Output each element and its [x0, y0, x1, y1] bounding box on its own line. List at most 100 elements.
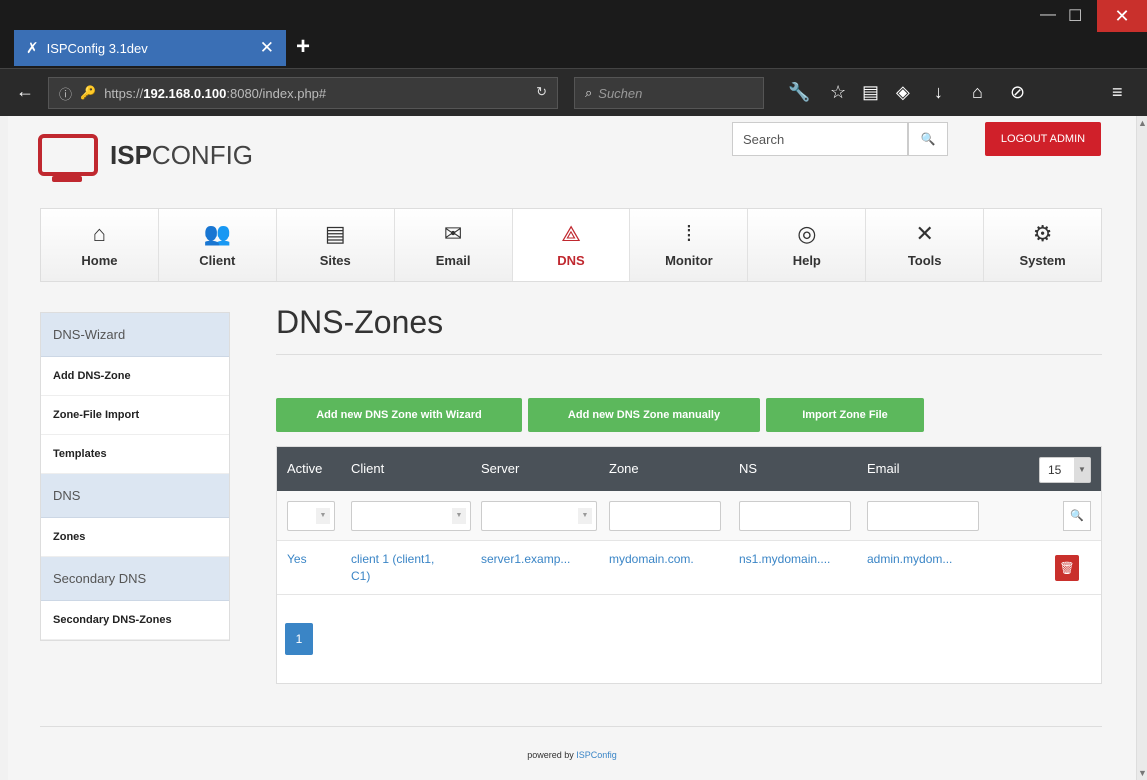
nav-dns[interactable]: ⟁ DNS [512, 209, 631, 281]
nav-home[interactable]: ⌂ Home [41, 209, 159, 281]
column-header-client[interactable]: Client [351, 461, 384, 476]
logout-button[interactable]: LOGOUT ADMIN [985, 122, 1101, 156]
search-icon: 🔍 [1070, 510, 1084, 522]
nav-label: DNS [557, 253, 585, 268]
column-header-email[interactable]: Email [867, 461, 900, 476]
add-zone-manually-button[interactable]: Add new DNS Zone manually [528, 398, 760, 432]
column-header-ns[interactable]: NS [739, 461, 757, 476]
chevron-down-icon: ▼ [316, 508, 330, 524]
tab-title: ISPConfig 3.1dev [46, 40, 148, 56]
pocket-icon[interactable]: ◈ [896, 82, 910, 103]
chevron-down-icon: ▼ [578, 508, 592, 524]
nav-sites[interactable]: ▤ Sites [276, 209, 395, 281]
cell-server[interactable]: server1.examp... [481, 551, 570, 568]
browser-search-field[interactable]: ⌕ Suchen [574, 77, 764, 109]
filter-search-button[interactable]: 🔍 [1063, 501, 1091, 531]
system-icon: ⚙ [1032, 221, 1053, 246]
filter-zone-input[interactable] [609, 501, 721, 531]
nav-label: Help [792, 253, 821, 268]
tab-close-icon[interactable]: ✕ [260, 38, 274, 58]
add-zone-wizard-button[interactable]: Add new DNS Zone with Wizard [276, 398, 522, 432]
nav-label: Monitor [665, 253, 713, 268]
main-nav: ⌂ Home 👥 Client ▤ Sites ✉ Email ⟁ DNS ⁞ … [40, 208, 1102, 282]
table-row[interactable]: Yes client 1 (client1, C1) server1.examp… [277, 541, 1101, 595]
ispconfig-logo[interactable]: ISPCONFIG [38, 134, 254, 182]
wrench-icon[interactable]: 🔧 [788, 82, 810, 103]
reading-list-icon[interactable]: ▤ [862, 82, 879, 103]
table-header: Active Client Server Zone NS Email 15 ▼ [277, 447, 1101, 491]
minimize-icon[interactable]: — [1040, 6, 1056, 24]
cell-active[interactable]: Yes [287, 551, 307, 568]
nav-tools[interactable]: ✕ Tools [866, 209, 985, 281]
pagination-page-1[interactable]: 1 [285, 623, 313, 655]
delete-button[interactable]: 🗑 [1055, 555, 1079, 581]
sidebar-heading-secondary-dns: Secondary DNS [41, 557, 229, 601]
url-field[interactable]: ⓘ 🔑 https://192.168.0.100:8080/index.php… [48, 77, 558, 109]
cell-email[interactable]: admin.mydom... [867, 551, 952, 568]
sidebar-item-add-dns-zone[interactable]: Add DNS-Zone [41, 357, 229, 396]
nav-client[interactable]: 👥 Client [158, 209, 277, 281]
scroll-up-icon[interactable]: ▲ [1138, 118, 1147, 128]
nav-system[interactable]: ⚙ System [984, 209, 1102, 281]
page-area: ISPCONFIG Search 🔍 LOGOUT ADMIN ⌂ Home 👥… [8, 116, 1136, 780]
home-browser-icon[interactable]: ⌂ [972, 82, 983, 103]
nav-label: System [1019, 253, 1066, 268]
nav-email[interactable]: ✉ Email [394, 209, 513, 281]
import-zone-file-button[interactable]: Import Zone File [766, 398, 924, 432]
nav-label: Tools [907, 253, 942, 268]
browser-search-placeholder: Suchen [598, 85, 643, 101]
search-icon: 🔍 [920, 132, 936, 146]
sidebar-item-templates[interactable]: Templates [41, 435, 229, 474]
nav-monitor[interactable]: ⁞ Monitor [630, 209, 749, 281]
reload-icon[interactable]: ↻ [536, 84, 547, 100]
url-prefix: https:// [104, 85, 144, 101]
home-icon: ⌂ [92, 221, 107, 246]
rows-per-page-value: 15 [1048, 463, 1062, 477]
browser-tab[interactable]: ✗ ISPConfig 3.1dev ✕ [14, 30, 286, 66]
footer: powered by ISPConfig [8, 750, 1136, 760]
download-icon[interactable]: ↓ [934, 82, 943, 103]
search-input[interactable]: Search [732, 122, 908, 156]
column-header-zone[interactable]: Zone [609, 461, 639, 476]
nav-label: Email [435, 253, 471, 268]
logo-rest: CONFIG [151, 139, 254, 170]
filter-email-input[interactable] [867, 501, 979, 531]
sidebar-item-zones[interactable]: Zones [41, 518, 229, 557]
menu-icon[interactable]: ≡ [1112, 82, 1123, 103]
trash-icon: 🗑 [1059, 561, 1075, 575]
email-icon: ✉ [443, 221, 463, 246]
new-tab-button[interactable]: + [296, 33, 310, 61]
cell-client[interactable]: client 1 (client1, C1) [351, 551, 434, 585]
nav-help[interactable]: ◎ Help [748, 209, 867, 281]
filter-ns-input[interactable] [739, 501, 851, 531]
extension-icon[interactable]: ⊘ [1010, 82, 1025, 103]
cell-client-line1: client 1 (client1, [351, 552, 435, 566]
back-arrow-icon[interactable]: ← [16, 81, 34, 102]
sidebar-heading-dns: DNS [41, 474, 229, 518]
cell-zone[interactable]: mydomain.com. [609, 551, 694, 568]
column-header-active[interactable]: Active [287, 461, 322, 476]
scroll-down-icon[interactable]: ▼ [1138, 768, 1147, 778]
dns-icon: ⟁ [561, 221, 581, 246]
chevron-down-icon: ▼ [452, 508, 466, 524]
sidebar-item-secondary-dns-zones[interactable]: Secondary DNS-Zones [41, 601, 229, 640]
url-path: :8080/index.php# [226, 85, 327, 101]
filter-server-select[interactable]: ▼ [481, 501, 597, 531]
cell-ns[interactable]: ns1.mydomain.... [739, 551, 830, 568]
column-header-server[interactable]: Server [481, 461, 519, 476]
maximize-icon[interactable]: ☐ [1068, 6, 1082, 26]
filter-active-select[interactable]: ▼ [287, 501, 335, 531]
lock-warning-icon[interactable]: 🔑 [80, 85, 96, 101]
bookmark-star-icon[interactable]: ☆ [830, 82, 846, 103]
search-button[interactable]: 🔍 [908, 122, 948, 156]
filter-client-select[interactable]: ▼ [351, 501, 471, 531]
tools-icon: ✕ [915, 221, 934, 246]
info-icon[interactable]: ⓘ [59, 84, 72, 103]
rows-per-page-select[interactable]: 15 ▼ [1039, 457, 1091, 483]
browser-toolbar: ← ⓘ 🔑 https://192.168.0.100:8080/index.p… [0, 68, 1147, 116]
page-scrollbar[interactable]: ▲ ▼ [1136, 116, 1147, 780]
sidebar: DNS-Wizard Add DNS-Zone Zone-File Import… [40, 312, 230, 641]
footer-brand-link[interactable]: ISPConfig [576, 750, 617, 760]
window-close-icon[interactable]: ✕ [1097, 0, 1147, 32]
sidebar-item-zone-file-import[interactable]: Zone-File Import [41, 396, 229, 435]
